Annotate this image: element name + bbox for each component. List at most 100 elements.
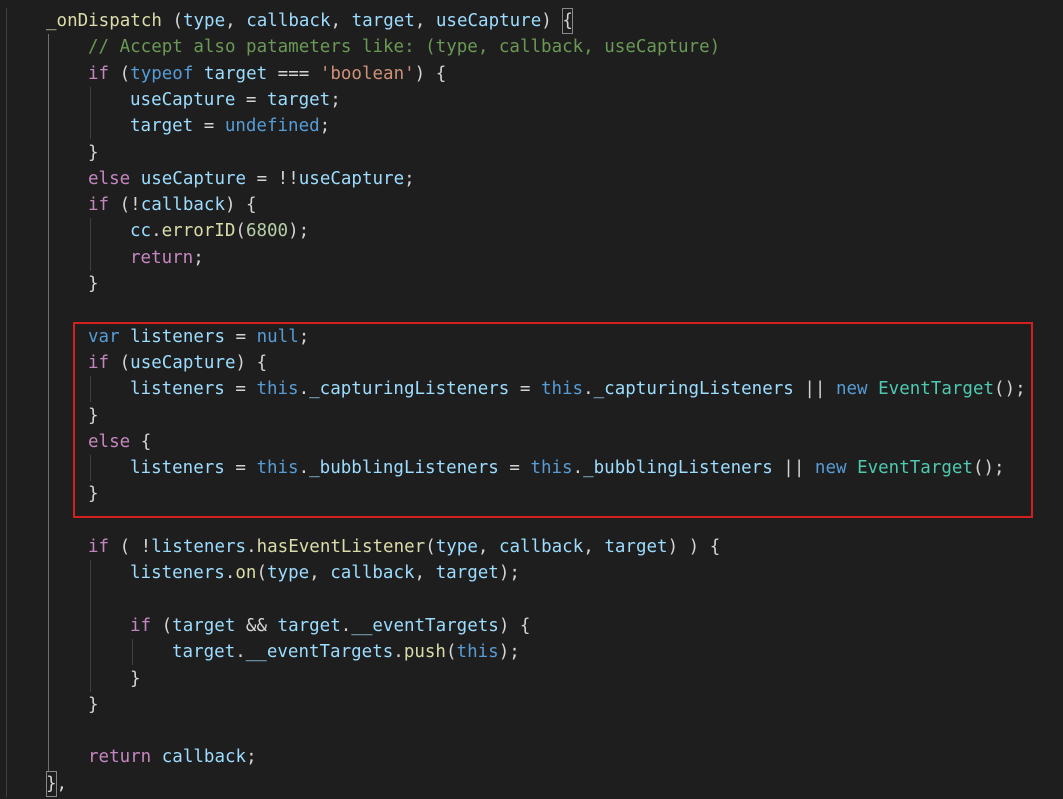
code-token: push bbox=[403, 642, 446, 663]
code-token: target bbox=[351, 11, 415, 31]
code-token: errorID bbox=[161, 221, 236, 242]
code-line[interactable] bbox=[4, 297, 1063, 323]
code-line[interactable]: target = undefined; bbox=[4, 113, 1063, 139]
code-token: cc bbox=[130, 221, 152, 242]
code-token: } bbox=[130, 668, 141, 689]
code-token: ); bbox=[498, 642, 520, 663]
code-line[interactable]: } bbox=[4, 666, 1063, 692]
code-token: callback bbox=[330, 563, 415, 584]
code-line[interactable]: cc.errorID(6800); bbox=[4, 218, 1063, 244]
code-token: if bbox=[88, 63, 110, 84]
code-token: ); bbox=[288, 221, 310, 242]
code-token: . bbox=[224, 563, 236, 584]
code-token: 6800 bbox=[245, 221, 289, 242]
code-token: target bbox=[172, 615, 236, 636]
code-token: ; bbox=[404, 168, 415, 189]
code-token: if bbox=[88, 537, 110, 557]
code-token: ( bbox=[109, 63, 131, 84]
code-token: = bbox=[193, 116, 225, 137]
code-token: __eventTargets bbox=[351, 615, 499, 636]
code-token: type bbox=[435, 537, 478, 557]
code-token: hasEventListener bbox=[256, 537, 426, 557]
code-token: . bbox=[393, 642, 404, 663]
code-token: on bbox=[235, 563, 257, 584]
code-token: callback bbox=[246, 11, 331, 31]
code-editor[interactable]: _onDispatch (type, callback, target, use… bbox=[0, 0, 1063, 799]
code-token: = !! bbox=[246, 168, 299, 189]
code-token: // Accept also patameters like: (type, c… bbox=[88, 37, 721, 58]
code-token: ) { bbox=[498, 615, 531, 636]
code-token: ( bbox=[425, 537, 436, 557]
code-line[interactable]: } bbox=[4, 140, 1063, 166]
code-token: && bbox=[235, 615, 278, 636]
code-token: } bbox=[88, 274, 99, 294]
code-line[interactable]: } bbox=[4, 271, 1063, 297]
code-token: ); bbox=[498, 563, 520, 584]
code-token: ) { bbox=[414, 63, 447, 84]
code-line[interactable]: if (target && target.__eventTargets) { bbox=[4, 613, 1063, 639]
code-token: useCapture bbox=[298, 168, 405, 189]
code-token: ; bbox=[193, 247, 204, 268]
code-token: return bbox=[88, 747, 152, 768]
code-token: , bbox=[477, 537, 499, 557]
code-token: ) bbox=[541, 11, 563, 31]
code-token: , bbox=[414, 11, 436, 31]
code-token: type bbox=[182, 11, 226, 31]
code-line[interactable]: target.__eventTargets.push(this); bbox=[4, 639, 1063, 665]
code-token: (! bbox=[109, 195, 141, 216]
code-token: , bbox=[309, 563, 331, 584]
code-token: __eventTargets bbox=[245, 642, 394, 663]
code-token: target bbox=[266, 89, 331, 110]
code-token: listeners bbox=[151, 537, 247, 557]
code-token: listeners bbox=[130, 563, 225, 584]
code-token: ; bbox=[319, 116, 331, 137]
code-token: target bbox=[277, 615, 341, 636]
code-token: . bbox=[340, 615, 352, 636]
code-token: target bbox=[435, 563, 499, 584]
code-token: ; bbox=[246, 747, 257, 768]
code-token: ( bbox=[235, 221, 246, 242]
code-line[interactable]: if (typeof target === 'boolean') { bbox=[4, 61, 1063, 87]
code-token: useCapture bbox=[140, 168, 247, 189]
code-token: ) { bbox=[224, 195, 257, 216]
code-token: target bbox=[604, 537, 668, 557]
code-token: callback bbox=[161, 747, 247, 768]
code-line[interactable] bbox=[4, 718, 1063, 744]
code-token: callback bbox=[140, 195, 225, 216]
code-line[interactable]: return callback; bbox=[4, 744, 1063, 770]
code-line[interactable]: else useCapture = !!useCapture; bbox=[4, 166, 1063, 192]
code-line[interactable]: _onDispatch (type, callback, target, use… bbox=[4, 8, 1063, 34]
code-line[interactable]: if (!callback) { bbox=[4, 192, 1063, 218]
code-token: } bbox=[88, 142, 99, 163]
code-token: type bbox=[267, 563, 310, 584]
code-token: } bbox=[46, 770, 57, 797]
code-line[interactable]: return; bbox=[4, 245, 1063, 271]
code-token: ( ! bbox=[109, 537, 152, 557]
code-token: === bbox=[267, 63, 320, 84]
code-token: callback bbox=[498, 537, 584, 557]
code-token: = bbox=[235, 89, 267, 110]
code-token: else bbox=[88, 168, 131, 189]
code-token: , bbox=[225, 11, 247, 31]
code-line[interactable] bbox=[4, 587, 1063, 613]
code-token: target bbox=[203, 63, 268, 84]
code-token: if bbox=[130, 615, 152, 636]
code-token: useCapture bbox=[130, 89, 236, 110]
code-token: if bbox=[88, 195, 110, 216]
code-token: , bbox=[330, 11, 352, 31]
code-token: undefined bbox=[224, 116, 320, 137]
code-line[interactable]: if ( !listeners.hasEventListener(type, c… bbox=[4, 534, 1063, 560]
code-line[interactable]: useCapture = target; bbox=[4, 87, 1063, 113]
code-token: _onDispatch bbox=[46, 11, 162, 31]
code-line[interactable]: // Accept also patameters like: (type, c… bbox=[4, 34, 1063, 60]
code-token: ( bbox=[256, 563, 267, 584]
code-token: target bbox=[130, 116, 194, 137]
code-token: ( bbox=[151, 615, 173, 636]
code-token: target bbox=[172, 642, 236, 663]
code-line[interactable]: listeners.on(type, callback, target); bbox=[4, 560, 1063, 586]
code-line[interactable]: }, bbox=[4, 770, 1063, 797]
code-line[interactable]: } bbox=[4, 692, 1063, 718]
